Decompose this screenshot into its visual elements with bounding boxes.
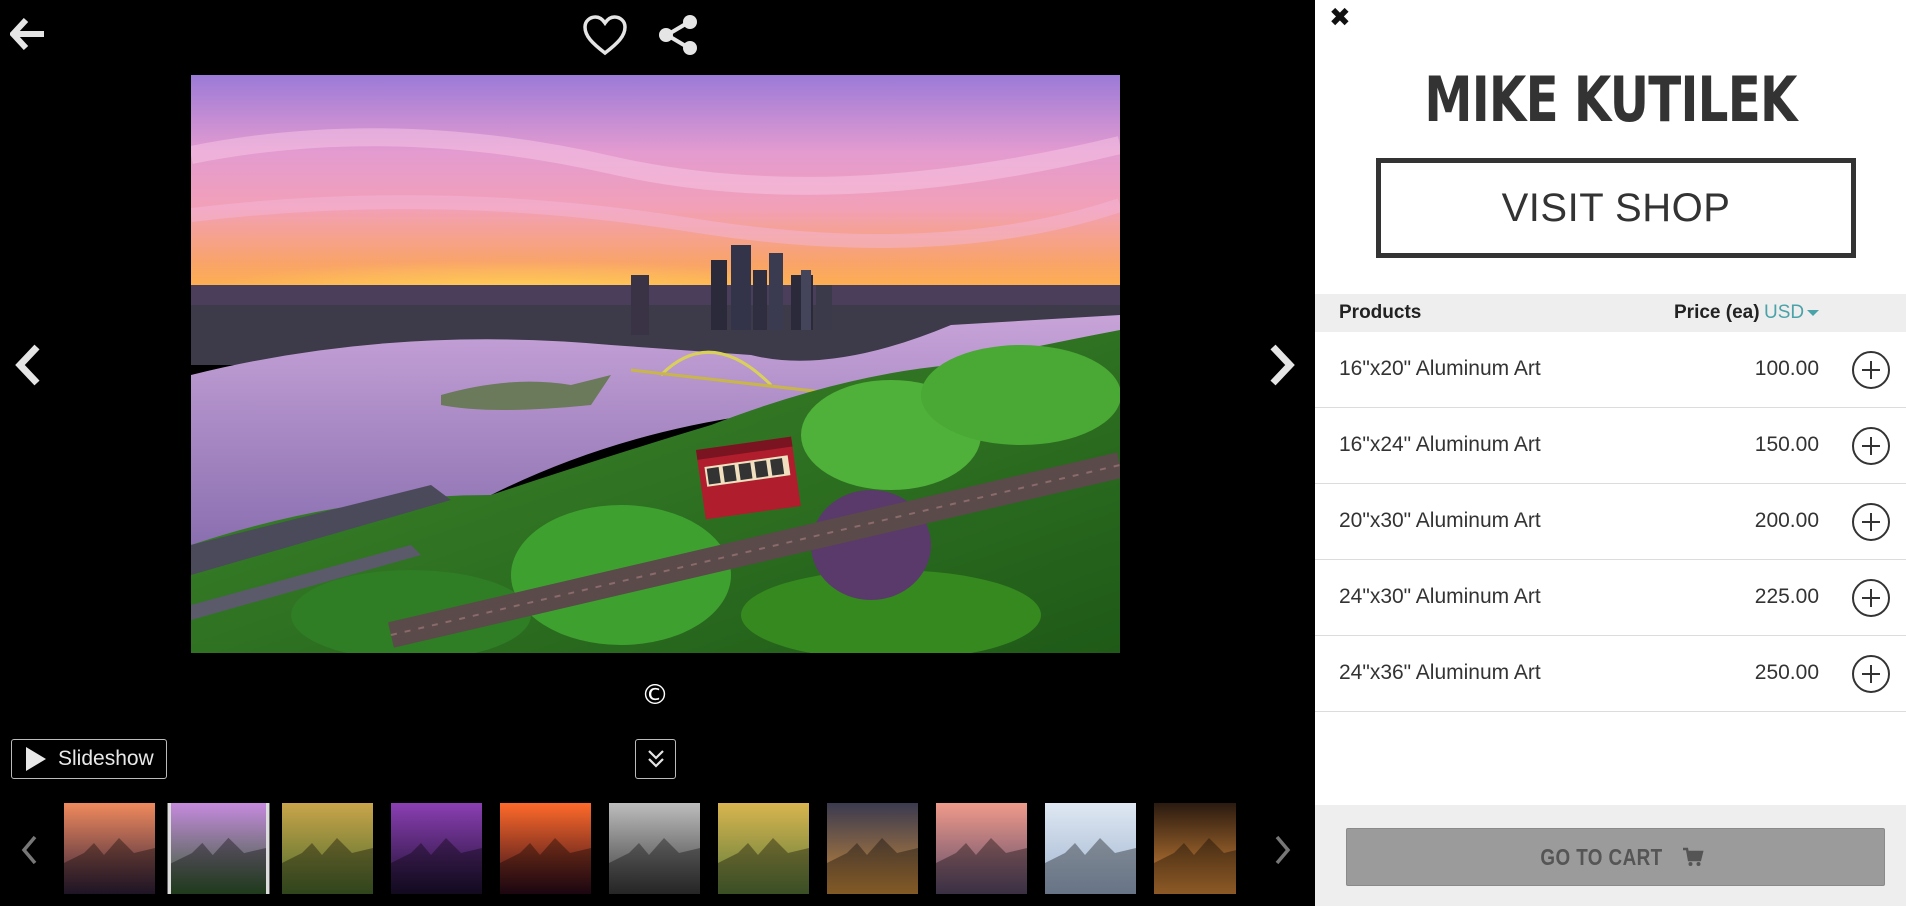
next-photo-button[interactable] — [1262, 340, 1302, 390]
thumbnail-image — [827, 803, 918, 894]
product-row: 24"x36" Aluminum Art 250.00 — [1315, 636, 1906, 712]
product-row: 16"x24" Aluminum Art 150.00 — [1315, 408, 1906, 484]
product-price: 250.00 — [1754, 661, 1819, 684]
go-to-cart-button[interactable]: GO TO CART — [1346, 828, 1885, 886]
thumbnail-image — [1154, 803, 1236, 894]
product-name: 24"x30" Aluminum Art — [1339, 585, 1541, 608]
thumb-fiery-skyline[interactable] — [500, 803, 591, 894]
slideshow-button[interactable]: Slideshow — [11, 739, 167, 779]
thumb-fireworks[interactable] — [1154, 803, 1236, 894]
chevron-right-icon — [1270, 344, 1295, 386]
product-name: 20"x30" Aluminum Art — [1339, 509, 1541, 532]
favorite-button[interactable] — [580, 12, 630, 58]
thumb-night-city[interactable] — [827, 803, 918, 894]
caret-down-icon — [1807, 309, 1820, 316]
filmstrip-next-button[interactable] — [1268, 830, 1298, 870]
visit-shop-button[interactable]: VISIT SHOP — [1376, 158, 1856, 258]
chevron-left-icon — [15, 344, 40, 386]
products-column-header: Products — [1339, 302, 1422, 323]
add-to-cart-plus-icon[interactable] — [1852, 655, 1890, 693]
product-panel: ✖ MIKE KUTILEK VISIT SHOP Products Price… — [1315, 0, 1906, 906]
arrow-left-icon — [10, 18, 44, 50]
price-column-header: Price (ea) — [1674, 302, 1760, 323]
thumbnail-image — [1045, 803, 1136, 894]
product-list: 16"x20" Aluminum Art 100.00 16"x24" Alumin… — [1315, 332, 1906, 712]
close-icon[interactable]: ✖ — [1329, 4, 1353, 32]
currency-label: USD — [1764, 302, 1805, 323]
back-button[interactable] — [8, 14, 48, 54]
currency-selector[interactable]: USD — [1764, 302, 1820, 324]
thumbnail-image — [936, 803, 1027, 894]
chevron-right-icon — [1275, 835, 1291, 865]
product-row: 24"x30" Aluminum Art 225.00 — [1315, 560, 1906, 636]
thumb-autumn-park[interactable] — [282, 803, 373, 894]
copyright-symbol: © — [641, 678, 669, 711]
main-photo — [191, 75, 1120, 653]
thumb-sunset-skyline[interactable] — [64, 803, 155, 894]
thumbnail-image — [282, 803, 373, 894]
photo-viewer: © Slideshow — [0, 0, 1315, 906]
thumb-fall-incline[interactable] — [718, 803, 809, 894]
thumbnail-image — [500, 803, 591, 894]
add-to-cart-plus-icon[interactable] — [1852, 427, 1890, 465]
cart-bar: GO TO CART — [1315, 805, 1906, 906]
products-table-header: Products Price (ea) USD — [1315, 294, 1906, 332]
thumb-foggy-pink[interactable] — [936, 803, 1027, 894]
shopping-cart-icon — [1682, 847, 1704, 866]
thumb-misty-blue[interactable] — [1045, 803, 1136, 894]
collapse-filmstrip-button[interactable] — [635, 739, 676, 779]
thumb-bridge-purple[interactable] — [391, 803, 482, 894]
product-name: 16"x24" Aluminum Art — [1339, 433, 1541, 456]
play-icon — [26, 747, 46, 771]
product-price: 150.00 — [1754, 433, 1819, 456]
thumbnail-image — [64, 803, 155, 894]
slideshow-label: Slideshow — [58, 747, 154, 770]
filmstrip-prev-button[interactable] — [14, 830, 44, 870]
share-icon — [659, 15, 697, 55]
add-to-cart-plus-icon[interactable] — [1852, 351, 1890, 389]
product-price: 100.00 — [1754, 357, 1819, 380]
product-price: 225.00 — [1754, 585, 1819, 608]
thumbnail-image — [391, 803, 482, 894]
go-to-cart-label: GO TO CART — [1540, 843, 1663, 870]
heart-outline-icon — [583, 15, 627, 56]
artist-name: MIKE KUTILEK — [1424, 63, 1797, 136]
product-name: 24"x36" Aluminum Art — [1339, 661, 1541, 684]
thumb-incline-sunrise[interactable] — [167, 803, 270, 894]
product-row: 20"x30" Aluminum Art 200.00 — [1315, 484, 1906, 560]
product-row: 16"x20" Aluminum Art 100.00 — [1315, 332, 1906, 408]
thumbnail-filmstrip — [64, 803, 1236, 894]
add-to-cart-plus-icon[interactable] — [1852, 579, 1890, 617]
thumbnail-image — [171, 803, 266, 894]
chevron-left-icon — [21, 835, 37, 865]
thumb-bw-reflection[interactable] — [609, 803, 700, 894]
thumbnail-image — [609, 803, 700, 894]
double-chevron-down-icon — [647, 750, 664, 768]
product-price: 200.00 — [1754, 509, 1819, 532]
add-to-cart-plus-icon[interactable] — [1852, 503, 1890, 541]
previous-photo-button[interactable] — [8, 340, 48, 390]
share-button[interactable] — [653, 12, 703, 58]
product-name: 16"x20" Aluminum Art — [1339, 357, 1541, 380]
thumbnail-image — [718, 803, 809, 894]
